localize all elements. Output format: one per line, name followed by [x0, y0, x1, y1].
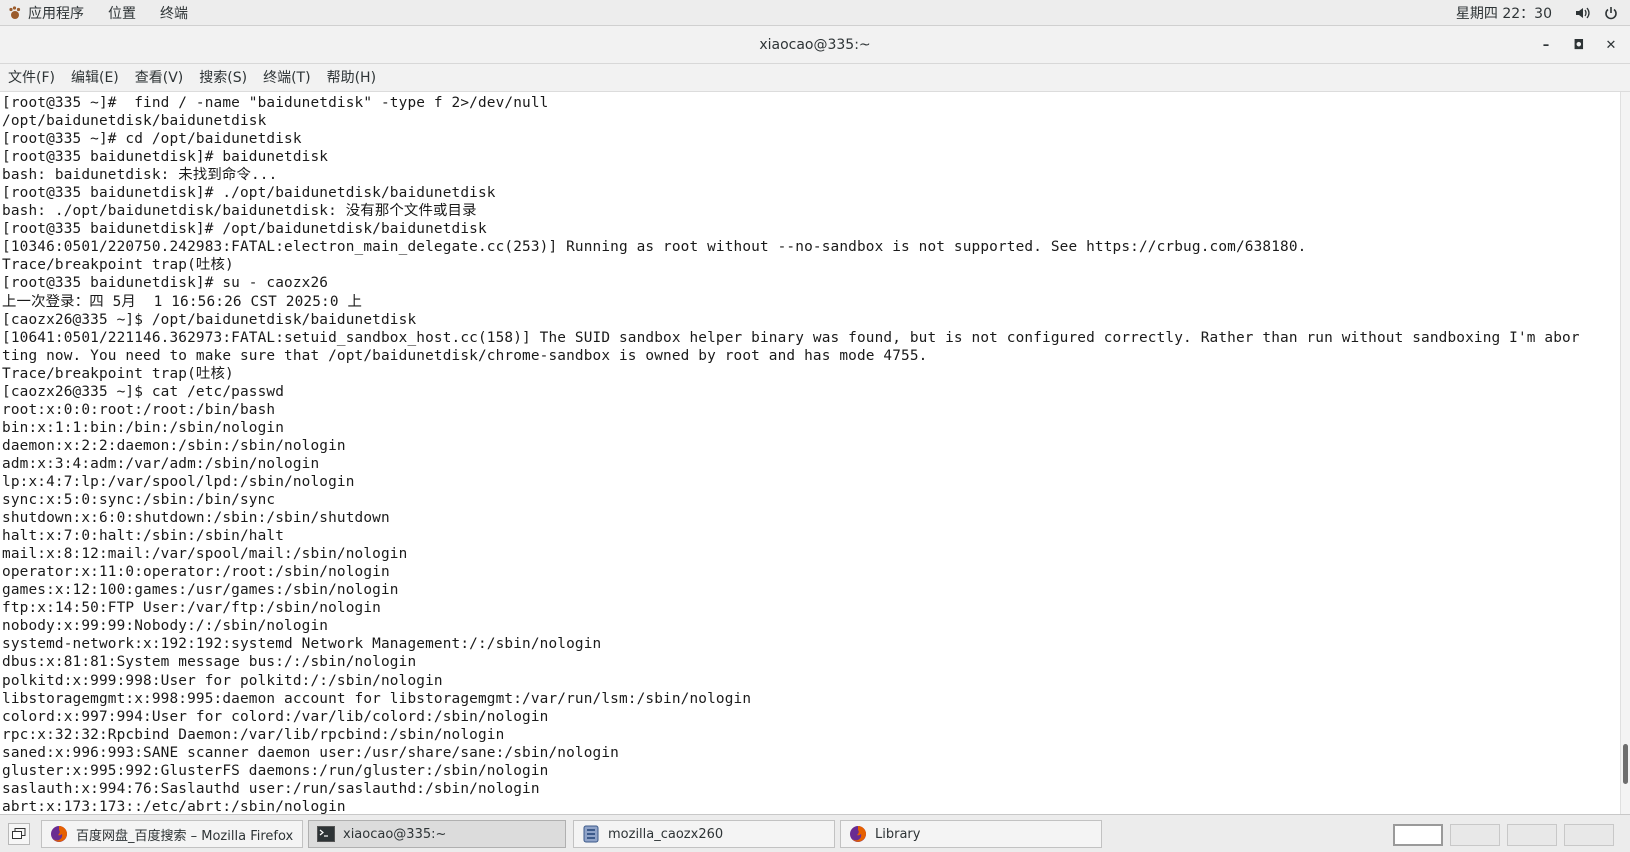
power-icon[interactable]	[1602, 4, 1620, 22]
terminal-line: dbus:x:81:81:System message bus:/:/sbin/…	[2, 654, 417, 671]
terminal-line: bin:x:1:1:bin:/bin:/sbin/nologin	[2, 419, 285, 436]
terminal-line: mail:x:8:12:mail:/var/spool/mail:/sbin/n…	[2, 546, 408, 563]
menu-file[interactable]: 文件(F)	[0, 64, 63, 92]
terminal-line: games:x:12:100:games:/usr/games:/sbin/no…	[2, 582, 399, 599]
places-menu[interactable]: 位置	[96, 0, 148, 26]
window-title: xiaocao@335:~	[759, 37, 871, 53]
terminal-line: shutdown:x:6:0:shutdown:/sbin:/sbin/shut…	[2, 510, 390, 527]
task-label: 百度网盘_百度搜索 – Mozilla Firefox	[76, 828, 294, 844]
terminal-view[interactable]: [root@335 ~]# find / -name "baidunetdisk…	[0, 92, 1620, 814]
terminal-icon	[317, 825, 335, 843]
terminal-line: ting now. You need to make sure that /op…	[2, 347, 928, 364]
menu-search[interactable]: 搜索(S)	[191, 64, 255, 92]
terminal-line: operator:x:11:0:operator:/root:/sbin/nol…	[2, 564, 390, 581]
menu-edit[interactable]: 编辑(E)	[63, 64, 127, 92]
terminal-app-menu[interactable]: 终端	[148, 0, 200, 26]
applications-label: 应用程序	[28, 6, 84, 22]
terminal-line: lp:x:4:7:lp:/var/spool/lpd:/sbin/nologin	[2, 473, 355, 490]
menu-help[interactable]: 帮助(H)	[319, 64, 384, 92]
terminal-line: [caozx26@335 ~]$ cat /etc/passwd	[2, 383, 285, 400]
scrollbar-thumb[interactable]	[1623, 744, 1628, 784]
firefox-icon	[50, 825, 68, 843]
terminal-line: colord:x:997:994:User for colord:/var/li…	[2, 708, 549, 725]
terminal-line: adm:x:3:4:adm:/var/adm:/sbin/nologin	[2, 455, 320, 472]
terminal-line: [root@335 ~]# cd /opt/baidunetdisk	[2, 131, 302, 148]
menu-view[interactable]: 查看(V)	[127, 64, 192, 92]
task-label: xiaocao@335:~	[343, 826, 447, 842]
close-button[interactable]: ✕	[1601, 35, 1621, 55]
terminal-scrollbar[interactable]	[1620, 92, 1630, 814]
terminal-output: [root@335 ~]# find / -name "baidunetdisk…	[0, 92, 1620, 814]
terminal-line: [root@335 ~]# find / -name "baidunetdisk…	[2, 95, 549, 111]
workspace-1[interactable]	[1393, 824, 1443, 846]
minimize-button[interactable]: –	[1536, 35, 1556, 55]
terminal-line: nobody:x:99:99:Nobody:/:/sbin/nologin	[2, 618, 329, 635]
maximize-button[interactable]: ◘	[1569, 35, 1589, 55]
workspace-2[interactable]	[1450, 824, 1500, 846]
window-titlebar[interactable]: xiaocao@335:~ – ◘ ✕	[0, 26, 1630, 64]
desktop-icon	[12, 828, 26, 839]
terminal-line: sync:x:5:0:sync:/sbin:/bin/sync	[2, 492, 276, 509]
terminal-line: libstoragemgmt:x:998:995:daemon account …	[2, 690, 752, 707]
terminal-line: Trace/breakpoint trap(吐核)	[2, 365, 234, 382]
clock[interactable]: 星期四 22：30	[1456, 3, 1552, 23]
terminal-line: [root@335 baidunetdisk]# ./opt/baidunetd…	[2, 185, 496, 202]
terminal-line: [root@335 baidunetdisk]# /opt/baidunetdi…	[2, 221, 487, 238]
terminal-line: rpc:x:32:32:Rpcbind Daemon:/var/lib/rpcb…	[2, 726, 505, 743]
workspace-3[interactable]	[1507, 824, 1557, 846]
terminal-line: abrt:x:173:173::/etc/abrt:/sbin/nologin	[2, 798, 346, 814]
terminal-line: bash: ./opt/baidunetdisk/baidunetdisk: 没…	[2, 203, 477, 220]
terminal-line: [root@335 baidunetdisk]# su - caozx26	[2, 275, 329, 292]
menubar: 文件(F) 编辑(E) 查看(V) 搜索(S) 终端(T) 帮助(H)	[0, 64, 1630, 92]
terminal-line: [root@335 baidunetdisk]# baidunetdisk	[2, 149, 329, 166]
terminal-line: daemon:x:2:2:daemon:/sbin:/sbin/nologin	[2, 437, 346, 454]
workspace-4[interactable]	[1564, 824, 1614, 846]
task-label: mozilla_caozx260	[608, 826, 724, 842]
terminal-line: saned:x:996:993:SANE scanner daemon user…	[2, 744, 619, 761]
menu-terminal[interactable]: 终端(T)	[255, 64, 318, 92]
task-terminal[interactable]: xiaocao@335:~	[308, 820, 566, 848]
terminal-line: polkitd:x:999:998:User for polkitd:/:/sb…	[2, 672, 443, 689]
gnome-foot-icon	[8, 6, 22, 20]
terminal-line: bash: baidunetdisk: 未找到命令...	[2, 167, 278, 184]
firefox-icon	[849, 825, 867, 843]
task-library[interactable]: Library	[840, 820, 1102, 848]
speaker-icon[interactable]	[1574, 4, 1592, 22]
top-panel: 应用程序 位置 终端 星期四 22：30	[0, 0, 1630, 26]
applications-menu[interactable]: 应用程序	[0, 0, 96, 26]
terminal-line: [10346:0501/220750.242983:FATAL:electron…	[2, 239, 1307, 256]
terminal-line: Trace/breakpoint trap(吐核)	[2, 257, 234, 274]
task-archive[interactable]: mozilla_caozx260	[573, 820, 835, 848]
archive-icon	[582, 825, 600, 843]
terminal-line: systemd-network:x:192:192:systemd Networ…	[2, 636, 602, 653]
terminal-line: 上一次登录：四 5月 1 16:56:26 CST 2025:0 上	[2, 293, 363, 310]
taskbar: 百度网盘_百度搜索 – Mozilla Firefox xiaocao@335:…	[0, 814, 1630, 852]
terminal-line: saslauth:x:994:76:Saslauthd user:/run/sa…	[2, 780, 540, 797]
terminal-line: [caozx26@335 ~]$ /opt/baidunetdisk/baidu…	[2, 311, 417, 328]
terminal-line: ftp:x:14:50:FTP User:/var/ftp:/sbin/nolo…	[2, 600, 381, 617]
show-desktop-button[interactable]	[8, 823, 30, 845]
task-firefox-baidu[interactable]: 百度网盘_百度搜索 – Mozilla Firefox	[41, 820, 303, 848]
terminal-line: /opt/baidunetdisk/baidunetdisk	[2, 113, 267, 130]
task-label: Library	[875, 826, 921, 842]
terminal-line: halt:x:7:0:halt:/sbin:/sbin/halt	[2, 528, 285, 545]
terminal-line: [10641:0501/221146.362973:FATAL:setuid_s…	[2, 329, 1580, 346]
terminal-line: gluster:x:995:992:GlusterFS daemons:/run…	[2, 762, 549, 779]
terminal-line: root:x:0:0:root:/root:/bin/bash	[2, 401, 276, 418]
